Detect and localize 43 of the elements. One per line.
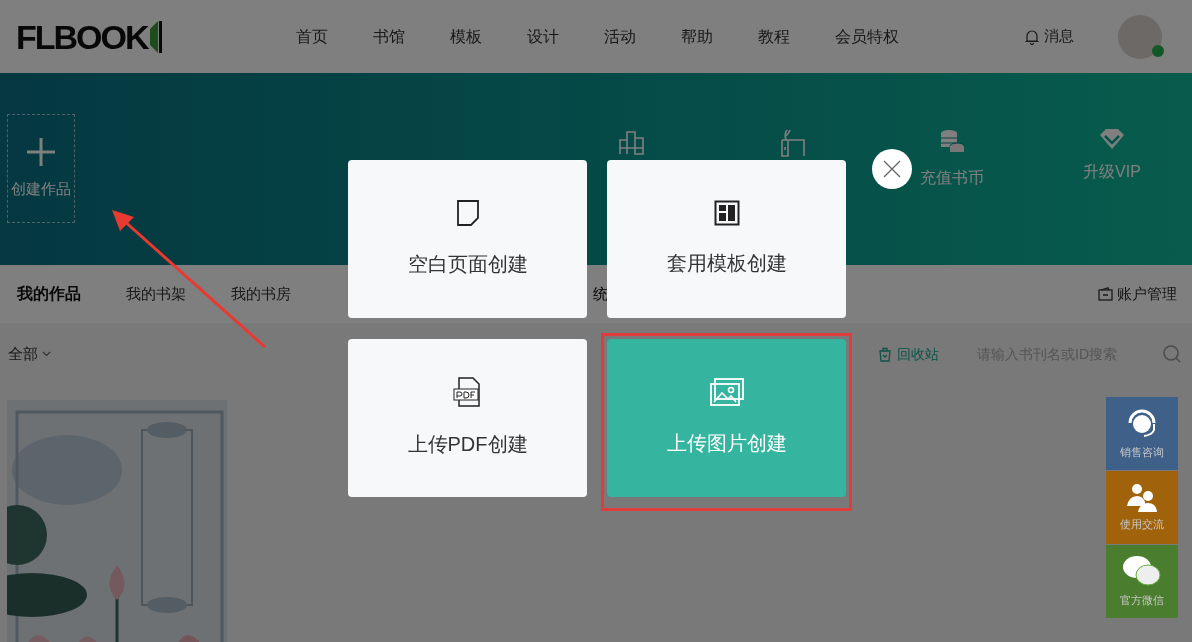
logo-text: FLBOOK <box>16 19 148 54</box>
verified-badge-icon <box>1152 44 1164 57</box>
search-icon[interactable] <box>1162 344 1182 364</box>
side-button[interactable]: 官方微信 <box>1106 545 1178 618</box>
wallet-icon <box>1098 287 1113 301</box>
create-option[interactable]: 上传PDF创建 <box>348 339 587 497</box>
side-button[interactable]: 使用交流 <box>1106 471 1178 544</box>
plus-icon <box>25 136 57 169</box>
trash-icon <box>878 346 892 362</box>
create-option[interactable]: 上传图片创建 <box>607 339 846 497</box>
tab[interactable]: 统 <box>593 282 608 306</box>
side-button[interactable]: 销售咨询 <box>1106 397 1178 470</box>
tab[interactable]: 我的书房 <box>231 282 291 306</box>
chat-bubbles-icon <box>1122 554 1162 589</box>
users-icon <box>1126 482 1158 513</box>
logo-mark-icon <box>148 20 163 53</box>
nav-link[interactable]: 教程 <box>758 24 790 49</box>
page-icon <box>455 199 480 227</box>
chevron-down-icon <box>42 351 51 357</box>
nav-link[interactable]: 会员特权 <box>835 24 899 49</box>
tab[interactable]: 我的作品 <box>17 282 81 306</box>
filter-dropdown[interactable]: 全部 <box>8 342 51 366</box>
create-option[interactable]: 套用模板创建 <box>607 160 846 318</box>
nav-link[interactable]: 活动 <box>604 24 636 49</box>
messages-link[interactable]: 消息 <box>1044 25 1074 48</box>
plant-desk-icon[interactable] <box>778 128 806 158</box>
account-link[interactable]: 账户管理 <box>1117 282 1177 306</box>
close-icon <box>883 160 901 178</box>
nav-link[interactable]: 设计 <box>527 24 559 49</box>
bar-chart-icon[interactable] <box>618 128 646 156</box>
create-option[interactable]: 空白页面创建 <box>348 160 587 318</box>
avatar[interactable] <box>1118 14 1162 59</box>
images-icon <box>709 378 744 406</box>
tab[interactable]: 我的书架 <box>126 282 186 306</box>
bell-icon[interactable] <box>1024 28 1040 45</box>
nav-link[interactable]: 模板 <box>450 24 482 49</box>
layout-icon <box>713 200 740 226</box>
nav-link[interactable]: 书馆 <box>373 24 405 49</box>
pdf-file-icon <box>452 377 483 407</box>
diamond-icon <box>1099 128 1125 150</box>
create-work-button[interactable]: 创建作品 <box>7 114 75 223</box>
nav-link[interactable]: 首页 <box>296 24 328 49</box>
nav-link[interactable]: 帮助 <box>681 24 713 49</box>
